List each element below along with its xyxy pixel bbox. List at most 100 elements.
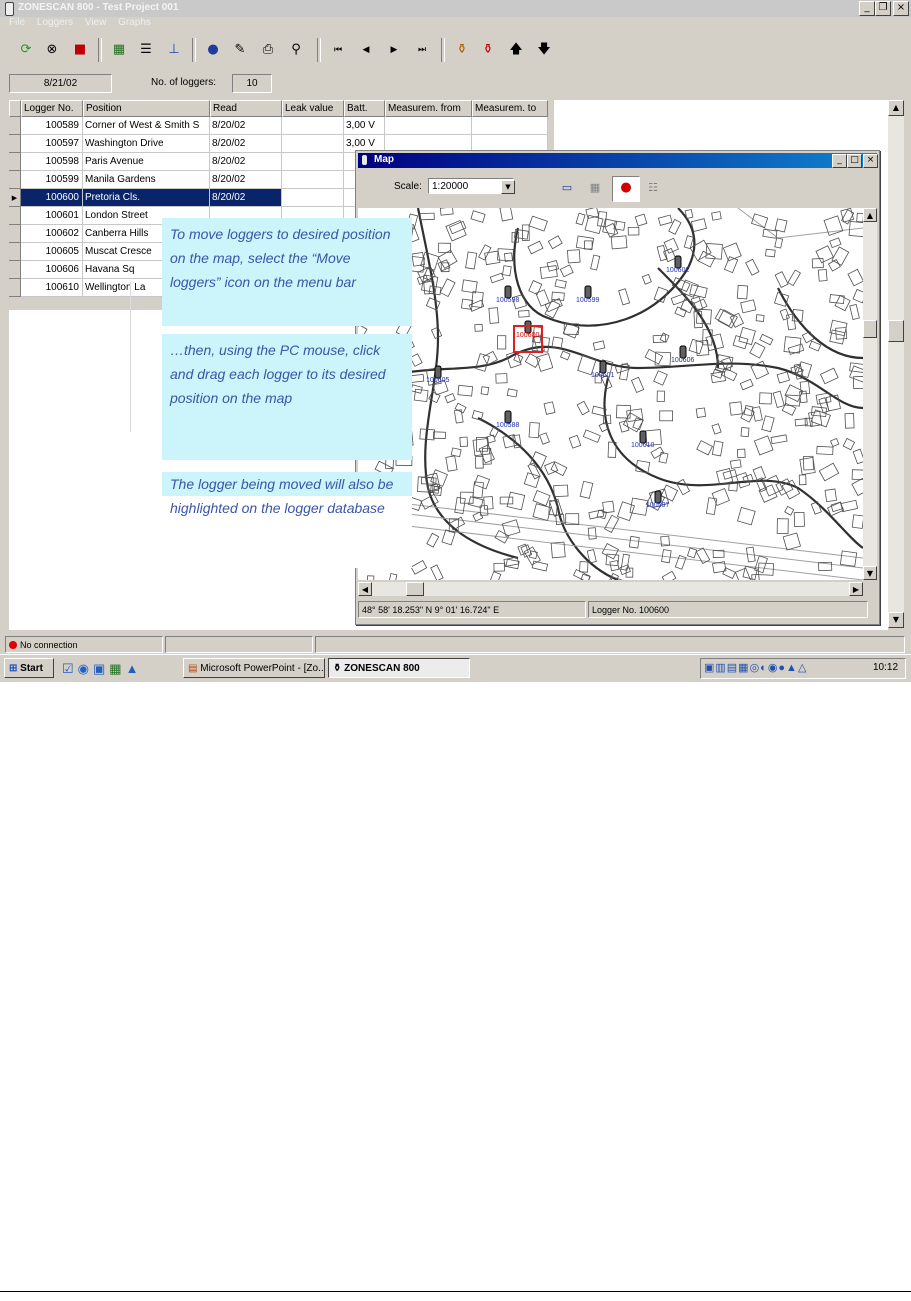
restore-button[interactable]: ❐ — [875, 1, 891, 16]
row-selector[interactable] — [9, 243, 21, 261]
minimize-button[interactable]: _ — [859, 1, 875, 16]
search-icon[interactable]: ⚲ — [285, 39, 307, 61]
table-cell[interactable] — [282, 117, 344, 135]
tree-icon[interactable]: ⊥ — [163, 39, 185, 61]
row-selector[interactable] — [9, 279, 21, 297]
table-cell[interactable]: Paris Avenue — [83, 153, 210, 171]
row-selector[interactable] — [9, 261, 21, 279]
quick-launch-icon[interactable]: ▲ — [126, 661, 143, 676]
quick-launch-icon[interactable]: ☑ — [62, 661, 78, 676]
scroll-thumb[interactable] — [888, 320, 904, 342]
task-zonescan[interactable]: ⚱ ZONESCAN 800 — [328, 658, 470, 678]
table-cell[interactable] — [282, 153, 344, 171]
row-selector[interactable] — [9, 171, 21, 189]
tray-icons[interactable]: ▣▥▤▦◎◐◉●▲△ — [704, 661, 807, 674]
next-icon[interactable]: ▶ — [383, 39, 405, 61]
logger-number-cell[interactable]: 100589 — [21, 117, 83, 135]
column-header[interactable]: Leak value — [282, 100, 344, 117]
column-header[interactable]: Measurem. from — [385, 100, 472, 117]
logger-marker[interactable]: 100600 — [516, 320, 539, 339]
up-arrow-icon[interactable]: 🡅 — [505, 39, 527, 61]
map-vertical-scrollbar[interactable]: ▲ ▼ — [863, 208, 877, 580]
map-scroll-up-icon[interactable]: ▲ — [863, 208, 877, 222]
table-cell[interactable]: Corner of West & Smith S — [83, 117, 210, 135]
map-restore-button[interactable]: □ — [847, 154, 862, 168]
map-view-icon[interactable]: ▭ — [556, 177, 578, 199]
logger-number-cell[interactable]: 100598 — [21, 153, 83, 171]
table-icon[interactable]: ▦ — [108, 39, 130, 61]
last-icon[interactable]: ⏭ — [411, 39, 433, 61]
move-loggers-icon[interactable]: ● — [612, 176, 640, 202]
table-cell[interactable]: Manila Gardens — [83, 171, 210, 189]
scroll-up-arrow-icon[interactable]: ▲ — [888, 100, 904, 116]
logger-marker[interactable]: 100606 — [671, 345, 694, 364]
grid-view-icon[interactable]: ▦ — [584, 177, 606, 199]
map-scroll-left-icon[interactable]: ◀ — [358, 582, 372, 596]
menu-view[interactable]: View — [85, 17, 107, 28]
scale-select[interactable]: 1:20000 ▼ — [428, 178, 515, 194]
logger-marker[interactable]: 100602 — [666, 255, 689, 274]
chevron-down-icon[interactable]: ▼ — [501, 180, 515, 194]
table-cell[interactable]: 8/20/02 — [210, 171, 282, 189]
binoculars-icon[interactable]: ⊗ — [41, 39, 63, 61]
table-cell[interactable] — [282, 135, 344, 153]
print-icon[interactable]: ⎙ — [257, 39, 279, 61]
map-close-button[interactable]: × — [863, 154, 878, 168]
down-arrow-icon[interactable]: 🡇 — [533, 39, 555, 61]
logger-marker[interactable]: 100598 — [496, 285, 519, 304]
map-hscroll-thumb[interactable] — [406, 582, 424, 596]
menu-graphs[interactable]: Graphs — [118, 17, 151, 28]
logger-marker[interactable]: 100588 — [496, 410, 519, 429]
list-icon[interactable]: ☰ — [135, 39, 157, 61]
table-cell[interactable] — [385, 117, 472, 135]
prev-icon[interactable]: ◀ — [355, 39, 377, 61]
table-cell[interactable]: Washington Drive — [83, 135, 210, 153]
logger-icon[interactable]: ⚱ — [451, 39, 473, 61]
scroll-down-arrow-icon[interactable]: ▼ — [888, 612, 904, 628]
quick-launch-icon[interactable]: ▦ — [109, 661, 125, 676]
logger-number-cell[interactable]: 100601 — [21, 207, 83, 225]
quick-launch-icons[interactable]: ☑◉▣▦▲ — [62, 659, 172, 679]
row-selector[interactable] — [9, 153, 21, 171]
main-vertical-scrollbar[interactable]: ▲ ▼ — [888, 100, 904, 628]
map-canvas[interactable]: 100598 100599 100602 100600 100601 100605 1005… — [358, 208, 863, 580]
map-horizontal-scrollbar[interactable]: ◀ ▶ — [358, 582, 863, 596]
logger-marker[interactable]: 100610 — [631, 430, 654, 449]
logger-number-cell[interactable]: 100605 — [21, 243, 83, 261]
row-selector[interactable] — [9, 207, 21, 225]
table-cell[interactable] — [282, 171, 344, 189]
column-header[interactable]: Read — [210, 100, 282, 117]
table-cell[interactable]: 8/20/02 — [210, 117, 282, 135]
table-cell[interactable]: 8/20/02 — [210, 153, 282, 171]
map-scroll-right-icon[interactable]: ▶ — [849, 582, 863, 596]
task-powerpoint[interactable]: ▤ Microsoft PowerPoint - [Zo... — [183, 658, 325, 678]
logger-number-cell[interactable]: 100600 — [21, 189, 83, 207]
menu-file[interactable]: File — [9, 17, 25, 28]
column-header[interactable]: Batt. — [344, 100, 385, 117]
table-cell[interactable] — [282, 189, 344, 207]
row-selector[interactable] — [9, 117, 21, 135]
menu-loggers[interactable]: Loggers — [37, 17, 73, 28]
table-cell[interactable] — [472, 117, 548, 135]
quick-launch-icon[interactable]: ▣ — [93, 661, 109, 676]
column-header[interactable]: Measurem. to — [472, 100, 548, 117]
row-pointer-icon[interactable]: ▶ — [9, 189, 21, 207]
table-cell[interactable]: 8/20/02 — [210, 135, 282, 153]
logger-marker[interactable]: 100599 — [576, 285, 599, 304]
row-selector[interactable] — [9, 135, 21, 153]
edit-icon[interactable]: ✎ — [229, 39, 251, 61]
column-header[interactable]: Position — [83, 100, 210, 117]
row-selector[interactable] — [9, 225, 21, 243]
record-icon[interactable]: ■ — [69, 39, 91, 61]
logger-red-icon[interactable]: ⚱ — [477, 39, 499, 61]
logger-number-cell[interactable]: 100597 — [21, 135, 83, 153]
close-button[interactable]: × — [893, 1, 909, 16]
logger-number-cell[interactable]: 100602 — [21, 225, 83, 243]
map-scroll-thumb[interactable] — [863, 320, 877, 338]
column-header[interactable]: Logger No. — [21, 100, 83, 117]
logger-number-cell[interactable]: 100606 — [21, 261, 83, 279]
table-cell[interactable]: 8/20/02 — [210, 189, 282, 207]
first-icon[interactable]: ⏮ — [327, 39, 349, 61]
table-cell[interactable]: Pretoria Cls. — [83, 189, 210, 207]
logger-number-cell[interactable]: 100610 — [21, 279, 83, 297]
